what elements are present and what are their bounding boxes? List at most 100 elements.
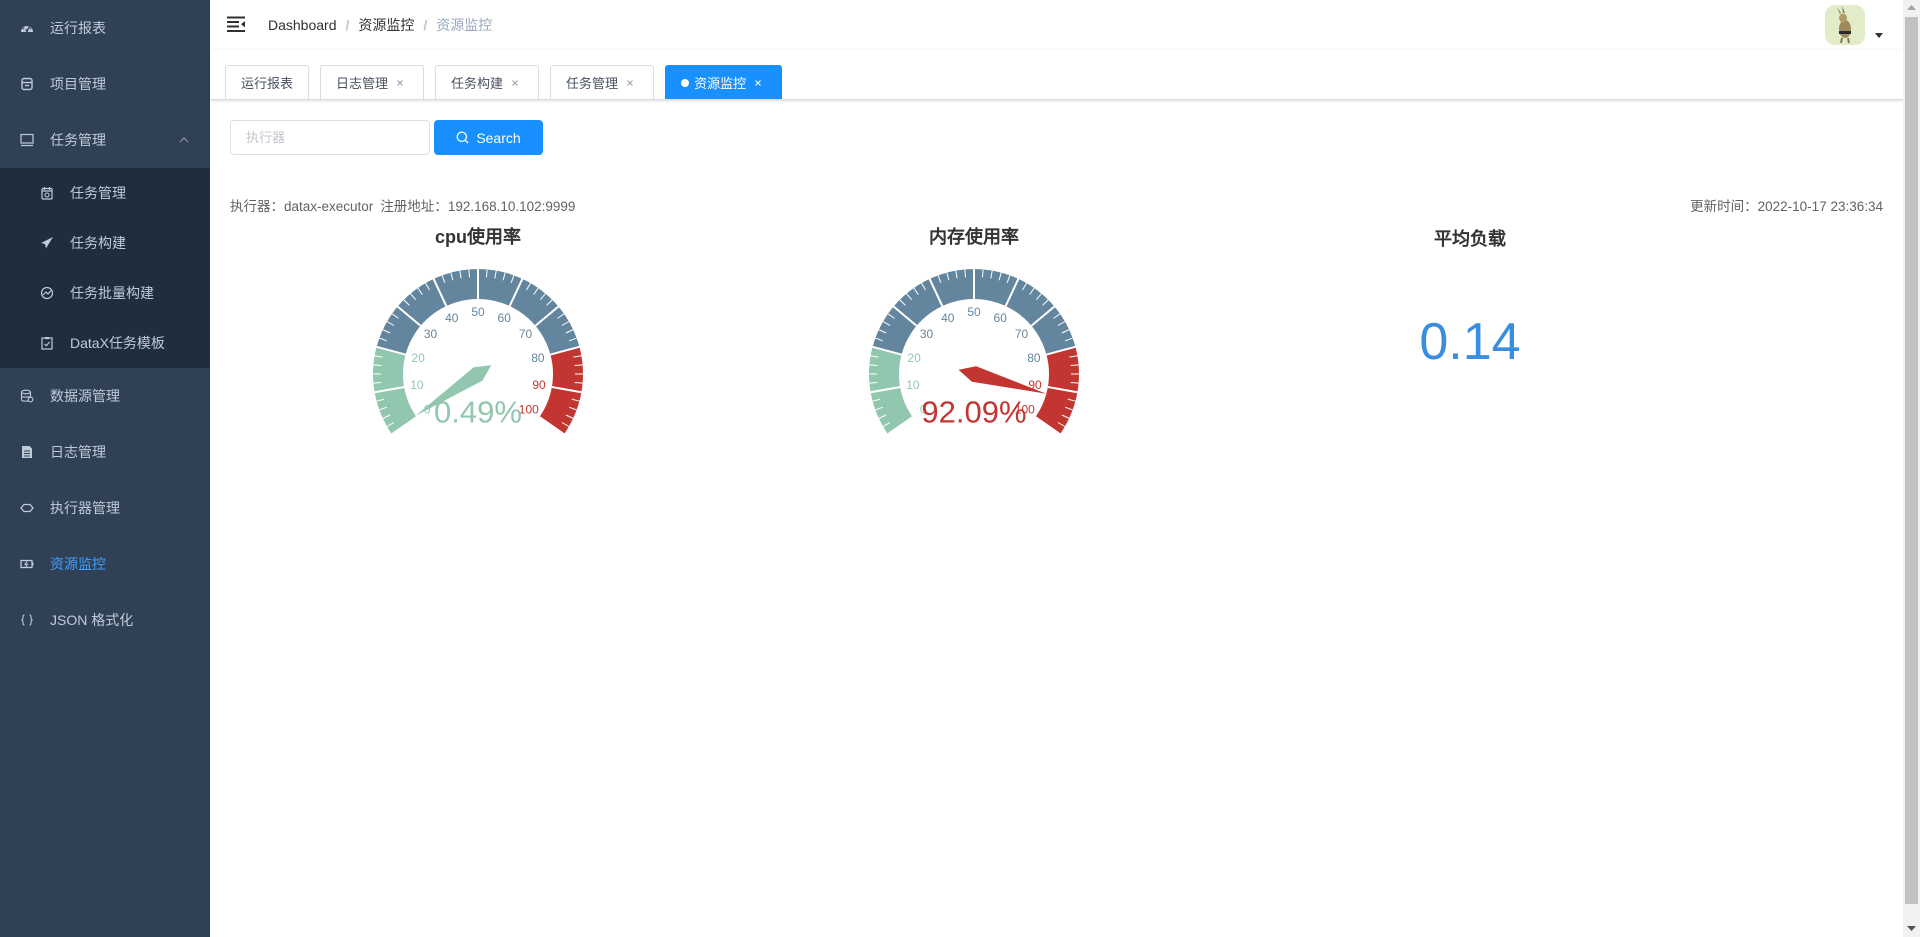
load-average-title: 平均负载 [1434,229,1506,249]
sidebar-item-run-report[interactable]: 运行报表 [0,0,210,56]
scrollbar-thumb[interactable] [1905,17,1918,904]
tags-view: 运行报表 日志管理 任务构建 任务管理 资源监控 [210,50,1903,100]
search-button-label: Search [476,129,521,146]
update-time-label: 更新时间： [1690,199,1758,214]
gauge-axis-label: 40 [941,311,955,325]
sidebar-item-label: 执行器管理 [50,500,120,516]
sidebar-subitem-task-build[interactable]: 任务构建 [0,218,210,268]
active-dot-icon [681,78,690,87]
scroll-up-arrow-icon[interactable] [1907,5,1916,10]
breadcrumb: Dashboard / 资源监控 / 资源监控 [268,0,492,50]
sidebar-item-datasource-management[interactable]: 数据源管理 [0,368,210,424]
load-average-value: 0.14 [1419,313,1521,371]
calendar-icon [40,186,54,200]
breadcrumb-resource-monitor-parent[interactable]: 资源监控 [358,0,414,50]
sidebar-item-json-format[interactable]: JSON 格式化 [0,592,210,648]
document-icon [20,445,34,459]
gauge-tick [373,381,382,384]
sidebar-item-label: DataX任务模板 [70,335,165,351]
gauge-tick [1070,381,1079,384]
sidebar-item-label: 项目管理 [50,76,106,92]
gauge-axis-label: 20 [907,351,921,365]
address-value: 192.168.10.102:9999 [447,199,576,214]
clipboard-icon [40,336,54,350]
update-time: 更新时间：2022-10-17 23:36:34 [1690,198,1883,216]
sidebar-item-label: 任务批量构建 [70,285,154,301]
cpu-gauge-title: cpu使用率 [434,227,521,247]
sidebar-item-log-management[interactable]: 日志管理 [0,424,210,480]
gauge-axis-label: 70 [1015,327,1029,341]
sidebar-item-label: 资源监控 [50,556,106,572]
breadcrumb-current: 资源监控 [436,17,493,33]
breadcrumb-dashboard[interactable]: Dashboard [268,0,337,50]
sidebar: 运行报表 项目管理 任务管理 任务管理 任务构建 任务批量构建 DataX任务模… [0,0,210,937]
tag-log-management[interactable]: 日志管理 [320,65,425,99]
sidebar-item-label: 日志管理 [50,444,106,460]
gauge-tick [1070,364,1079,367]
memory-usage-gauge: 010203040 50 6070809010092.09% [869,269,1079,436]
hamburger-menu-icon[interactable] [227,16,245,32]
gauge-tick [869,364,878,367]
gauge-axis-label: 30 [424,327,438,341]
tag-run-report[interactable]: 运行报表 [225,65,310,99]
gauge-axis-label: 80 [531,351,545,365]
monitor-icon [20,133,34,147]
vertical-scrollbar[interactable] [1903,0,1920,937]
gauge-axis-label: 10 [410,378,424,392]
sidebar-item-label: 任务管理 [50,132,106,148]
close-icon[interactable] [507,75,523,91]
gauge-tick [485,269,488,278]
gauge-axis-label: 70 [519,327,533,341]
gauge-tick [964,269,967,278]
gauge-value-label: 92.09% [921,395,1026,430]
gauge-axis-label: 60 [994,311,1008,325]
batch-icon [40,286,54,300]
gauge-axis-label: 80 [1027,351,1041,365]
close-icon[interactable] [750,75,766,91]
sidebar-item-executor-management[interactable]: 执行器管理 [0,480,210,536]
chevron-up-icon[interactable] [178,134,190,146]
project-icon [20,77,34,91]
resource-monitor-icon [20,557,34,571]
executor-info: 执行器：datax-executor 注册地址：192.168.10.102:99… [230,198,575,216]
executor-search-input[interactable] [230,120,430,155]
dashboard-icon [20,21,34,35]
gauge-tick [869,381,878,384]
sidebar-subitem-batch-build[interactable]: 任务批量构建 [0,268,210,318]
sidebar-item-label: 任务构建 [70,235,126,251]
executor-value: datax-executor [284,199,374,214]
gauge-axis-label: 40 [445,311,459,325]
gauge-axis-label: 60 [498,311,512,325]
tag-list: 运行报表 日志管理 任务构建 任务管理 资源监控 [225,65,783,99]
sidebar-item-label: 任务管理 [70,185,126,201]
database-icon [20,389,34,403]
sidebar-item-project-management[interactable]: 项目管理 [0,56,210,112]
tag-resource-monitor[interactable]: 资源监控 [665,65,783,99]
gauge-value-label: 0.49% [434,395,522,430]
scroll-down-arrow-icon[interactable] [1907,926,1916,931]
sidebar-item-label: 运行报表 [50,20,106,36]
gauge-axis-label: 10 [906,378,920,392]
tag-task-management[interactable]: 任务管理 [550,65,655,99]
tag-task-build[interactable]: 任务构建 [435,65,540,99]
sidebar-subitem-datax-template[interactable]: DataX任务模板 [0,318,210,368]
gauge-tick [574,364,583,367]
navbar: Dashboard / 资源监控 / 资源监控 [210,0,1903,50]
sidebar-item-label: 数据源管理 [50,388,120,404]
tag-label: 资源监控 [694,76,747,91]
gauge-axis-label: 20 [411,351,425,365]
breadcrumb-separator: / [345,17,350,33]
close-icon[interactable] [392,75,408,91]
close-icon[interactable] [622,75,638,91]
caret-down-icon[interactable] [1875,33,1883,38]
gauge-axis-label: 30 [920,327,934,341]
gauge-axis-label: 90 [532,378,546,392]
tag-label: 任务构建 [451,76,504,91]
user-avatar[interactable] [1825,5,1865,45]
search-button[interactable]: Search [434,120,543,155]
gauge-axis-label: 50 [967,305,981,319]
sidebar-item-task-management-group[interactable]: 任务管理 [0,112,210,168]
address-label: 注册地址： [380,199,448,214]
sidebar-item-resource-monitor[interactable]: 资源监控 [0,536,210,592]
sidebar-subitem-task-management[interactable]: 任务管理 [0,168,210,218]
